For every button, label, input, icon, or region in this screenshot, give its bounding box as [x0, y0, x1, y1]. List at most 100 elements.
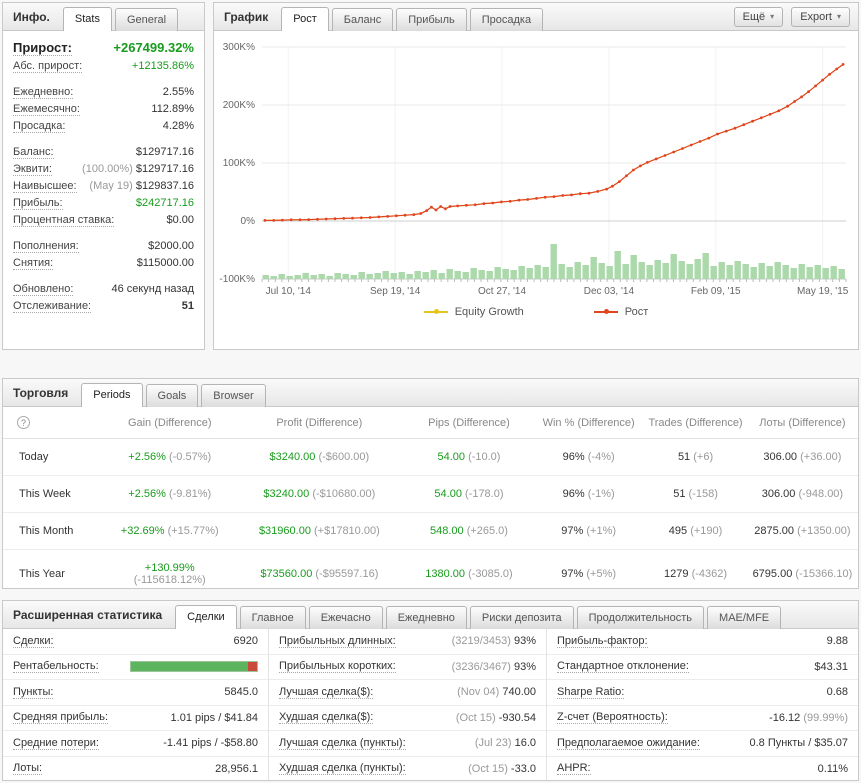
period-label: This Week — [3, 475, 106, 513]
stat-row-z-score: Z-счет (Вероятность): -16.12 (99.99%) — [547, 706, 858, 731]
info-label: Эквити: — [13, 163, 52, 176]
periods-table: ? Gain (Difference) Profit (Difference) … — [3, 407, 858, 598]
tab-drawdown[interactable]: Просадка — [469, 8, 544, 31]
stat-row-sharpe-ratio: Sharpe Ratio: 0.68 — [547, 680, 858, 706]
svg-text:May 19, '15: May 19, '15 — [797, 286, 849, 297]
stat-row-long-won: Прибыльных длинных: (3219/3453) 93% — [269, 629, 546, 655]
stats-panel-title: Расширенная статистика — [13, 607, 163, 622]
info-value-prefix: (100.00%) — [82, 163, 133, 175]
info-row-drawdown: Просадка: 4.28% — [3, 118, 204, 135]
info-value: 4.28% — [162, 120, 194, 132]
tab-daily[interactable]: Ежедневно — [385, 606, 467, 629]
legend-label: Equity Growth — [454, 306, 524, 318]
info-row-monthly: Ежемесячно: 112.89% — [3, 101, 204, 118]
tab-trades[interactable]: Сделки — [175, 605, 237, 629]
page: Инфо. Stats General Прирост: +267499.32%… — [0, 0, 861, 783]
tab-growth[interactable]: Рост — [281, 7, 329, 31]
stats-column-3: Прибыль-фактор: 9.88 Стандартное отклоне… — [547, 629, 858, 781]
info-label: Баланс: — [13, 146, 54, 159]
legend-equity-growth[interactable]: Equity Growth — [423, 306, 524, 318]
stat-row-expectancy: Предполагаемое ожидание: 0.8 Пункты / $3… — [547, 731, 858, 757]
info-value: +12135.86% — [131, 60, 194, 72]
info-row-updated: Обновлено: 46 секунд назад — [3, 281, 204, 298]
period-label: Today — [3, 438, 106, 476]
info-value: $2000.00 — [148, 240, 194, 252]
info-panel-title: Инфо. — [13, 9, 50, 24]
tab-main[interactable]: Главное — [239, 606, 306, 629]
tab-general[interactable]: General — [114, 8, 179, 31]
table-row-today: Today +2.56% (-0.57%) $3240.00 (-$600.00… — [3, 438, 858, 476]
info-value-prefix: (May 19) — [89, 180, 133, 192]
tab-goals[interactable]: Goals — [145, 384, 199, 407]
advanced-stats-panel: Расширенная статистика Сделки Главное Еж… — [2, 600, 859, 781]
tab-periods[interactable]: Periods — [81, 383, 143, 407]
export-button[interactable]: Export ▾ — [791, 6, 850, 27]
stats-column-1: Сделки: 6920 Рентабельность: Пункты: 584… — [3, 629, 269, 781]
stat-row-avg-loss: Средние потери: -1.41 pips / -$58.80 — [3, 731, 268, 757]
profitability-bar — [130, 661, 258, 673]
period-label: This Year — [19, 568, 65, 580]
tab-browser[interactable]: Browser — [201, 384, 266, 407]
info-row-abs-gain: Абс. прирост: +12135.86% — [3, 58, 204, 75]
info-value: $129717.16 — [135, 146, 194, 158]
info-label: Просадка: — [13, 120, 66, 133]
stat-row-best-trade-usd: Лучшая сделка($): (Nov 04) 740.00 — [269, 680, 546, 706]
column-header-trades: Trades (Difference) — [644, 407, 747, 439]
info-row-tracking: Отслеживание: 51 — [3, 298, 204, 315]
info-value: $0.00 — [166, 214, 194, 226]
info-value: +267499.32% — [113, 40, 194, 55]
info-value: (100.00%) $129717.16 — [82, 163, 194, 175]
info-label: Отслеживание: — [13, 300, 92, 313]
more-button[interactable]: Ещё ▾ — [733, 6, 784, 27]
svg-text:Dec 03, '14: Dec 03, '14 — [584, 286, 635, 297]
period-label: This Month — [3, 512, 106, 550]
info-body: Прирост: +267499.32% Абс. прирост: +1213… — [3, 31, 204, 315]
info-row-gain: Прирост: +267499.32% — [3, 38, 204, 58]
stats-grid: Сделки: 6920 Рентабельность: Пункты: 584… — [3, 629, 858, 781]
info-value: 112.89% — [151, 103, 194, 115]
periods-table-header-row: ? Gain (Difference) Profit (Difference) … — [3, 407, 858, 439]
tab-duration[interactable]: Продолжительность — [576, 606, 705, 629]
stats-column-2: Прибыльных длинных: (3219/3453) 93% Приб… — [269, 629, 547, 781]
stat-row-avg-win: Средняя прибыль: 1.01 pips / $41.84 — [3, 706, 268, 731]
column-header-pips: Pips (Difference) — [404, 407, 534, 439]
svg-text:Sep 19, '14: Sep 19, '14 — [370, 286, 421, 297]
svg-text:-100K%: -100K% — [219, 274, 255, 285]
tab-deposit-risks[interactable]: Риски депозита — [469, 606, 574, 629]
profitability-bar-green — [131, 662, 249, 672]
legend-growth[interactable]: Рост — [593, 306, 648, 318]
info-row-highest: Наивысшее: (May 19) $129837.16 — [3, 178, 204, 195]
info-label: Абс. прирост: — [13, 60, 83, 73]
stat-row-std-deviation: Стандартное отклонение: $43.31 — [547, 655, 858, 680]
info-label: Процентная ставка: — [13, 214, 115, 227]
column-header-profit: Profit (Difference) — [233, 407, 405, 439]
tab-hourly[interactable]: Ежечасно — [308, 606, 383, 629]
profitability-bar-red — [248, 662, 257, 672]
tab-mae-mfe[interactable]: MAE/MFE — [707, 606, 782, 629]
tab-balance[interactable]: Баланс — [331, 8, 394, 31]
column-header-win: Win % (Difference) — [533, 407, 645, 439]
chevron-down-icon: ▾ — [770, 12, 775, 21]
stat-row-worst-trade-usd: Худшая сделка($): (Oct 15) -930.54 — [269, 706, 546, 731]
info-row-daily: Ежедневно: 2.55% — [3, 84, 204, 101]
stat-row-profitability: Рентабельность: — [3, 655, 268, 680]
info-row-equity: Эквити: (100.00%) $129717.16 — [3, 161, 204, 178]
svg-text:300K%: 300K% — [223, 42, 255, 53]
help-icon[interactable]: ? — [17, 416, 30, 429]
info-value: $242717.16 — [135, 197, 194, 209]
info-value: 51 — [181, 300, 194, 312]
trade-panel-title: Торговля — [13, 385, 69, 400]
stat-row-worst-trade-pips: Худшая сделка (пункты): (Oct 15) -33.0 — [269, 757, 546, 781]
stat-row-lots: Лоты: 28,956.1 — [3, 757, 268, 781]
svg-text:Feb 09, '15: Feb 09, '15 — [691, 286, 741, 297]
stat-row-ahpr: AHPR: 0.11% — [547, 757, 858, 781]
svg-text:Oct 27, '14: Oct 27, '14 — [478, 286, 526, 297]
svg-text:200K%: 200K% — [223, 100, 255, 111]
tab-profit[interactable]: Прибыль — [396, 8, 467, 31]
info-panel-header: Инфо. Stats General — [3, 3, 204, 31]
tab-stats[interactable]: Stats — [62, 7, 112, 31]
stat-row-profit-factor: Прибыль-фактор: 9.88 — [547, 629, 858, 655]
growth-line-swatch — [593, 309, 618, 314]
trade-panel: Торговля Periods Goals Browser ? Gain (D… — [2, 378, 859, 589]
info-label: Пополнения: — [13, 240, 79, 253]
